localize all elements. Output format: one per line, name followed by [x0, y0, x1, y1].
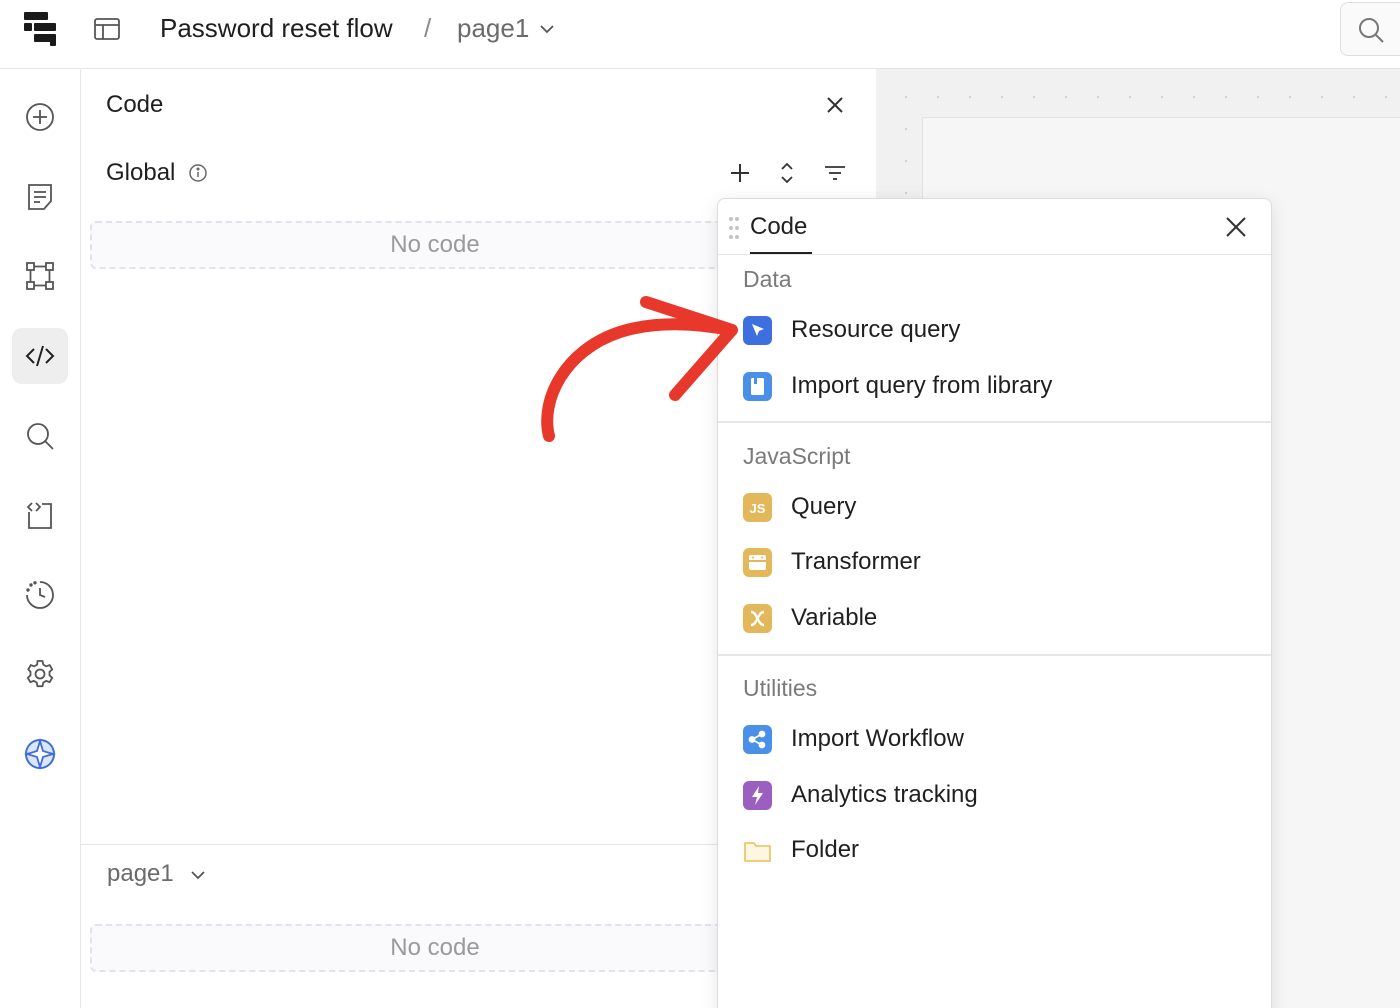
- notes-icon: [28, 184, 52, 210]
- menu-item-label: Import Workflow: [791, 725, 964, 752]
- chevron-up-down-icon: [781, 162, 793, 184]
- search-icon: [27, 423, 54, 450]
- component-tree-button[interactable]: [12, 248, 68, 304]
- plus-icon: [731, 164, 749, 182]
- assist-icon: [24, 738, 57, 771]
- menu-item-label: Import query from library: [791, 372, 1053, 399]
- drag-handle-icon[interactable]: [728, 215, 740, 241]
- add-circle-icon: [26, 103, 54, 131]
- filter-button[interactable]: [823, 163, 847, 183]
- panel-divider: [81, 844, 721, 845]
- add-component-button[interactable]: [12, 89, 68, 145]
- annotation-arrow-icon: [541, 296, 738, 442]
- assist-button[interactable]: [12, 726, 68, 782]
- variable-icon: [743, 604, 772, 633]
- menu-item-transformer[interactable]: Transformer: [743, 543, 1243, 583]
- svg-text:JS: JS: [750, 501, 766, 516]
- panel-title: Code: [106, 91, 164, 118]
- section-label-data: Data: [743, 266, 792, 292]
- page-empty-state: No code: [90, 924, 780, 972]
- filter-icon: [825, 166, 845, 180]
- menu-item-label: Transformer: [791, 548, 921, 575]
- menu-item-label: Resource query: [791, 316, 961, 343]
- history-icon: [26, 581, 54, 609]
- close-icon[interactable]: [825, 95, 845, 115]
- menu-item-variable[interactable]: Variable: [743, 599, 1243, 639]
- chevron-down-icon[interactable]: [189, 866, 207, 884]
- code-file-icon: [26, 502, 52, 529]
- divider: [718, 254, 1271, 255]
- section-label-javascript: JavaScript: [743, 443, 851, 469]
- add-code-popover: Code Data Resource query Import query fr…: [717, 198, 1272, 1008]
- history-button[interactable]: [12, 567, 68, 623]
- menu-item-label: Analytics tracking: [791, 781, 978, 808]
- code-button[interactable]: [12, 328, 68, 384]
- add-code-button[interactable]: [729, 162, 751, 184]
- menu-item-js-query[interactable]: JS Query: [743, 488, 1243, 528]
- divider: [718, 421, 1271, 423]
- section-label-utilities: Utilities: [743, 675, 818, 701]
- close-icon[interactable]: [1224, 215, 1248, 239]
- analytics-icon: [743, 781, 772, 810]
- menu-item-import-workflow[interactable]: Import Workflow: [743, 720, 1243, 760]
- app-title[interactable]: Password reset flow: [160, 13, 393, 44]
- menu-item-import-query[interactable]: Import query from library: [743, 367, 1243, 407]
- transformer-icon: [743, 548, 772, 577]
- menu-item-label: Variable: [791, 604, 878, 631]
- global-section-label: Global: [106, 159, 176, 186]
- menu-item-analytics-tracking[interactable]: Analytics tracking: [743, 776, 1243, 816]
- info-icon[interactable]: [188, 163, 208, 183]
- code-file-button[interactable]: [12, 487, 68, 543]
- page-section-label[interactable]: page1: [107, 860, 174, 888]
- folder-icon: [743, 836, 772, 865]
- js-icon: JS: [743, 493, 772, 522]
- menu-item-folder[interactable]: Folder: [743, 831, 1243, 871]
- settings-button[interactable]: [12, 646, 68, 702]
- search-button[interactable]: [1340, 2, 1400, 56]
- code-icon: [25, 345, 55, 367]
- workflow-icon: [743, 725, 772, 754]
- left-sidebar: [0, 69, 81, 1008]
- gear-icon: [26, 660, 54, 688]
- chevron-down-icon[interactable]: [538, 20, 556, 38]
- page-selector[interactable]: page1: [457, 13, 529, 44]
- menu-item-label: Query: [791, 493, 857, 520]
- notes-button[interactable]: [12, 169, 68, 225]
- menu-item-label: Folder: [791, 836, 860, 863]
- divider: [718, 654, 1271, 656]
- expand-collapse-button[interactable]: [778, 160, 796, 186]
- retool-logo-icon[interactable]: [22, 10, 60, 48]
- layout-toggle-icon[interactable]: [92, 14, 122, 44]
- global-empty-state: No code: [90, 221, 780, 269]
- components-icon: [26, 262, 54, 290]
- search-icon: [1359, 18, 1384, 43]
- menu-item-resource-query[interactable]: Resource query: [743, 311, 1243, 351]
- top-bar: Password reset flow / page1: [0, 0, 1400, 69]
- search-panel-button[interactable]: [12, 408, 68, 464]
- popover-title: Code: [750, 213, 808, 240]
- breadcrumb-separator: /: [424, 13, 432, 43]
